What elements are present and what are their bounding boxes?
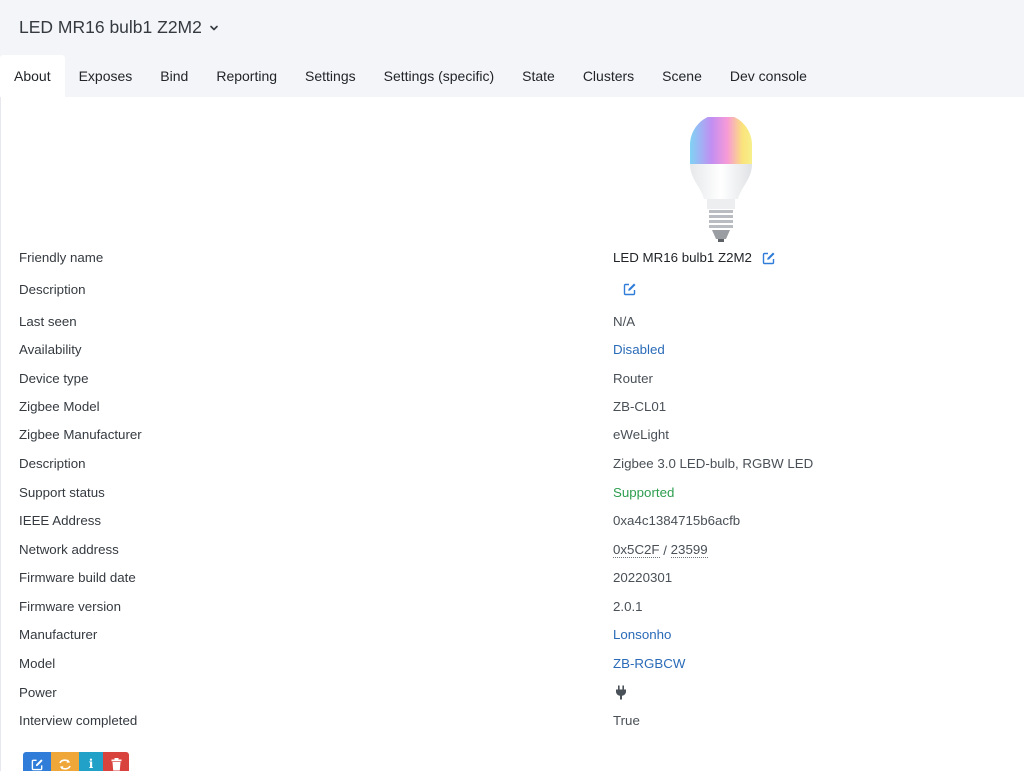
- device-image: [690, 117, 752, 242]
- model-link[interactable]: ZB-RGBCW: [613, 656, 685, 671]
- row-manufacturer: Manufacturer Lonsonho: [1, 625, 1024, 647]
- tab-settings-specific[interactable]: Settings (specific): [370, 55, 508, 97]
- tab-clusters[interactable]: Clusters: [569, 55, 648, 97]
- about-panel: Friendly name LED MR16 bulb1 Z2M2 Descri…: [0, 97, 1024, 771]
- edit-icon: [31, 758, 43, 770]
- row-interview-completed: Interview completed True: [1, 711, 1024, 733]
- friendly-name-value-wrap: LED MR16 bulb1 Z2M2: [613, 250, 776, 265]
- firmware-build-date-value: 20220301: [613, 570, 673, 585]
- availability-link[interactable]: Disabled: [613, 342, 665, 357]
- remove-button[interactable]: [103, 752, 129, 771]
- tab-bind[interactable]: Bind: [146, 55, 202, 97]
- support-status-label: Support status: [19, 485, 105, 500]
- device-selector[interactable]: LED MR16 bulb1 Z2M2: [19, 17, 219, 38]
- row-firmware-version: Firmware version 2.0.1: [1, 597, 1024, 619]
- network-address-dec: 23599: [670, 542, 708, 558]
- zigbee-model-label: Zigbee Model: [19, 399, 100, 414]
- power-value: [613, 685, 627, 700]
- manufacturer-link[interactable]: Lonsonho: [613, 627, 671, 642]
- row-device-type: Device type Router: [1, 369, 1024, 391]
- tab-dev-console[interactable]: Dev console: [716, 55, 821, 97]
- rename-button[interactable]: [23, 752, 51, 771]
- description-value-wrap: [613, 282, 637, 296]
- tab-settings[interactable]: Settings: [291, 55, 370, 97]
- network-address-separator: /: [659, 542, 671, 558]
- chevron-down-icon: [210, 25, 218, 30]
- tab-bar: About Exposes Bind Reporting Settings Se…: [0, 55, 1024, 97]
- last-seen-label: Last seen: [19, 314, 77, 329]
- title-bar: LED MR16 bulb1 Z2M2: [0, 0, 1024, 54]
- tab-scene[interactable]: Scene: [648, 55, 716, 97]
- zigbee-model-value: ZB-CL01: [613, 399, 667, 414]
- row-ieee-address: IEEE Address 0xa4c1384715b6acfb: [1, 511, 1024, 533]
- row-network-address: Network address 0x5C2F / 23599: [1, 540, 1024, 562]
- zigbee-manufacturer-value: eWeLight: [613, 427, 669, 442]
- device-title: LED MR16 bulb1 Z2M2: [19, 17, 202, 37]
- plug-icon: [616, 685, 626, 700]
- device-type-label: Device type: [19, 371, 89, 386]
- firmware-version-label: Firmware version: [19, 599, 121, 614]
- device-type-value: Router: [613, 371, 653, 386]
- device-page: LED MR16 bulb1 Z2M2 About Exposes Bind R…: [0, 0, 1024, 771]
- refresh-icon: [59, 758, 71, 770]
- model-description-label: Description: [19, 456, 86, 471]
- row-zigbee-manufacturer: Zigbee Manufacturer eWeLight: [1, 425, 1024, 447]
- tab-reporting[interactable]: Reporting: [202, 55, 291, 97]
- network-address-label: Network address: [19, 542, 119, 557]
- model-label: Model: [19, 656, 56, 671]
- tab-about[interactable]: About: [0, 55, 65, 97]
- power-label: Power: [19, 685, 57, 700]
- friendly-name-label: Friendly name: [19, 250, 104, 265]
- ieee-address-value: 0xa4c1384715b6acfb: [613, 513, 741, 528]
- tab-state[interactable]: State: [508, 55, 569, 97]
- trash-icon: [111, 757, 121, 770]
- interview-completed-label: Interview completed: [19, 713, 138, 728]
- row-power: Power: [1, 683, 1024, 705]
- row-model-description: Description Zigbee 3.0 LED-bulb, RGBW LE…: [1, 454, 1024, 476]
- manufacturer-label: Manufacturer: [19, 627, 98, 642]
- info-icon: i: [88, 757, 94, 771]
- model-description-value: Zigbee 3.0 LED-bulb, RGBW LED: [613, 456, 814, 471]
- ieee-address-label: IEEE Address: [19, 513, 102, 528]
- row-availability: Availability Disabled: [1, 340, 1024, 362]
- row-description: Description: [1, 280, 1024, 302]
- support-status-link[interactable]: Supported: [613, 485, 674, 500]
- row-support-status: Support status Supported: [1, 483, 1024, 505]
- row-model: Model ZB-RGBCW: [1, 654, 1024, 676]
- network-address-hex: 0x5C2F: [613, 542, 660, 558]
- description-label: Description: [19, 282, 86, 297]
- firmware-build-date-label: Firmware build date: [19, 570, 136, 585]
- edit-friendly-name-icon[interactable]: [762, 251, 776, 265]
- zigbee-manufacturer-label: Zigbee Manufacturer: [19, 427, 142, 442]
- availability-label: Availability: [19, 342, 82, 357]
- device-actions: i: [23, 752, 129, 771]
- row-friendly-name: Friendly name LED MR16 bulb1 Z2M2: [1, 248, 1024, 270]
- interview-completed-value: True: [613, 713, 640, 728]
- row-firmware-build-date: Firmware build date 20220301: [1, 568, 1024, 590]
- tab-exposes[interactable]: Exposes: [65, 55, 147, 97]
- firmware-version-value: 2.0.1: [613, 599, 643, 614]
- row-zigbee-model: Zigbee Model ZB-CL01: [1, 397, 1024, 419]
- network-address-value: 0x5C2F / 23599: [613, 542, 708, 558]
- friendly-name-value: LED MR16 bulb1 Z2M2: [613, 250, 752, 265]
- reconfigure-button[interactable]: [51, 752, 79, 771]
- last-seen-value: N/A: [613, 314, 636, 329]
- interview-button[interactable]: i: [79, 752, 103, 771]
- row-last-seen: Last seen N/A: [1, 312, 1024, 334]
- edit-description-icon[interactable]: [623, 282, 637, 296]
